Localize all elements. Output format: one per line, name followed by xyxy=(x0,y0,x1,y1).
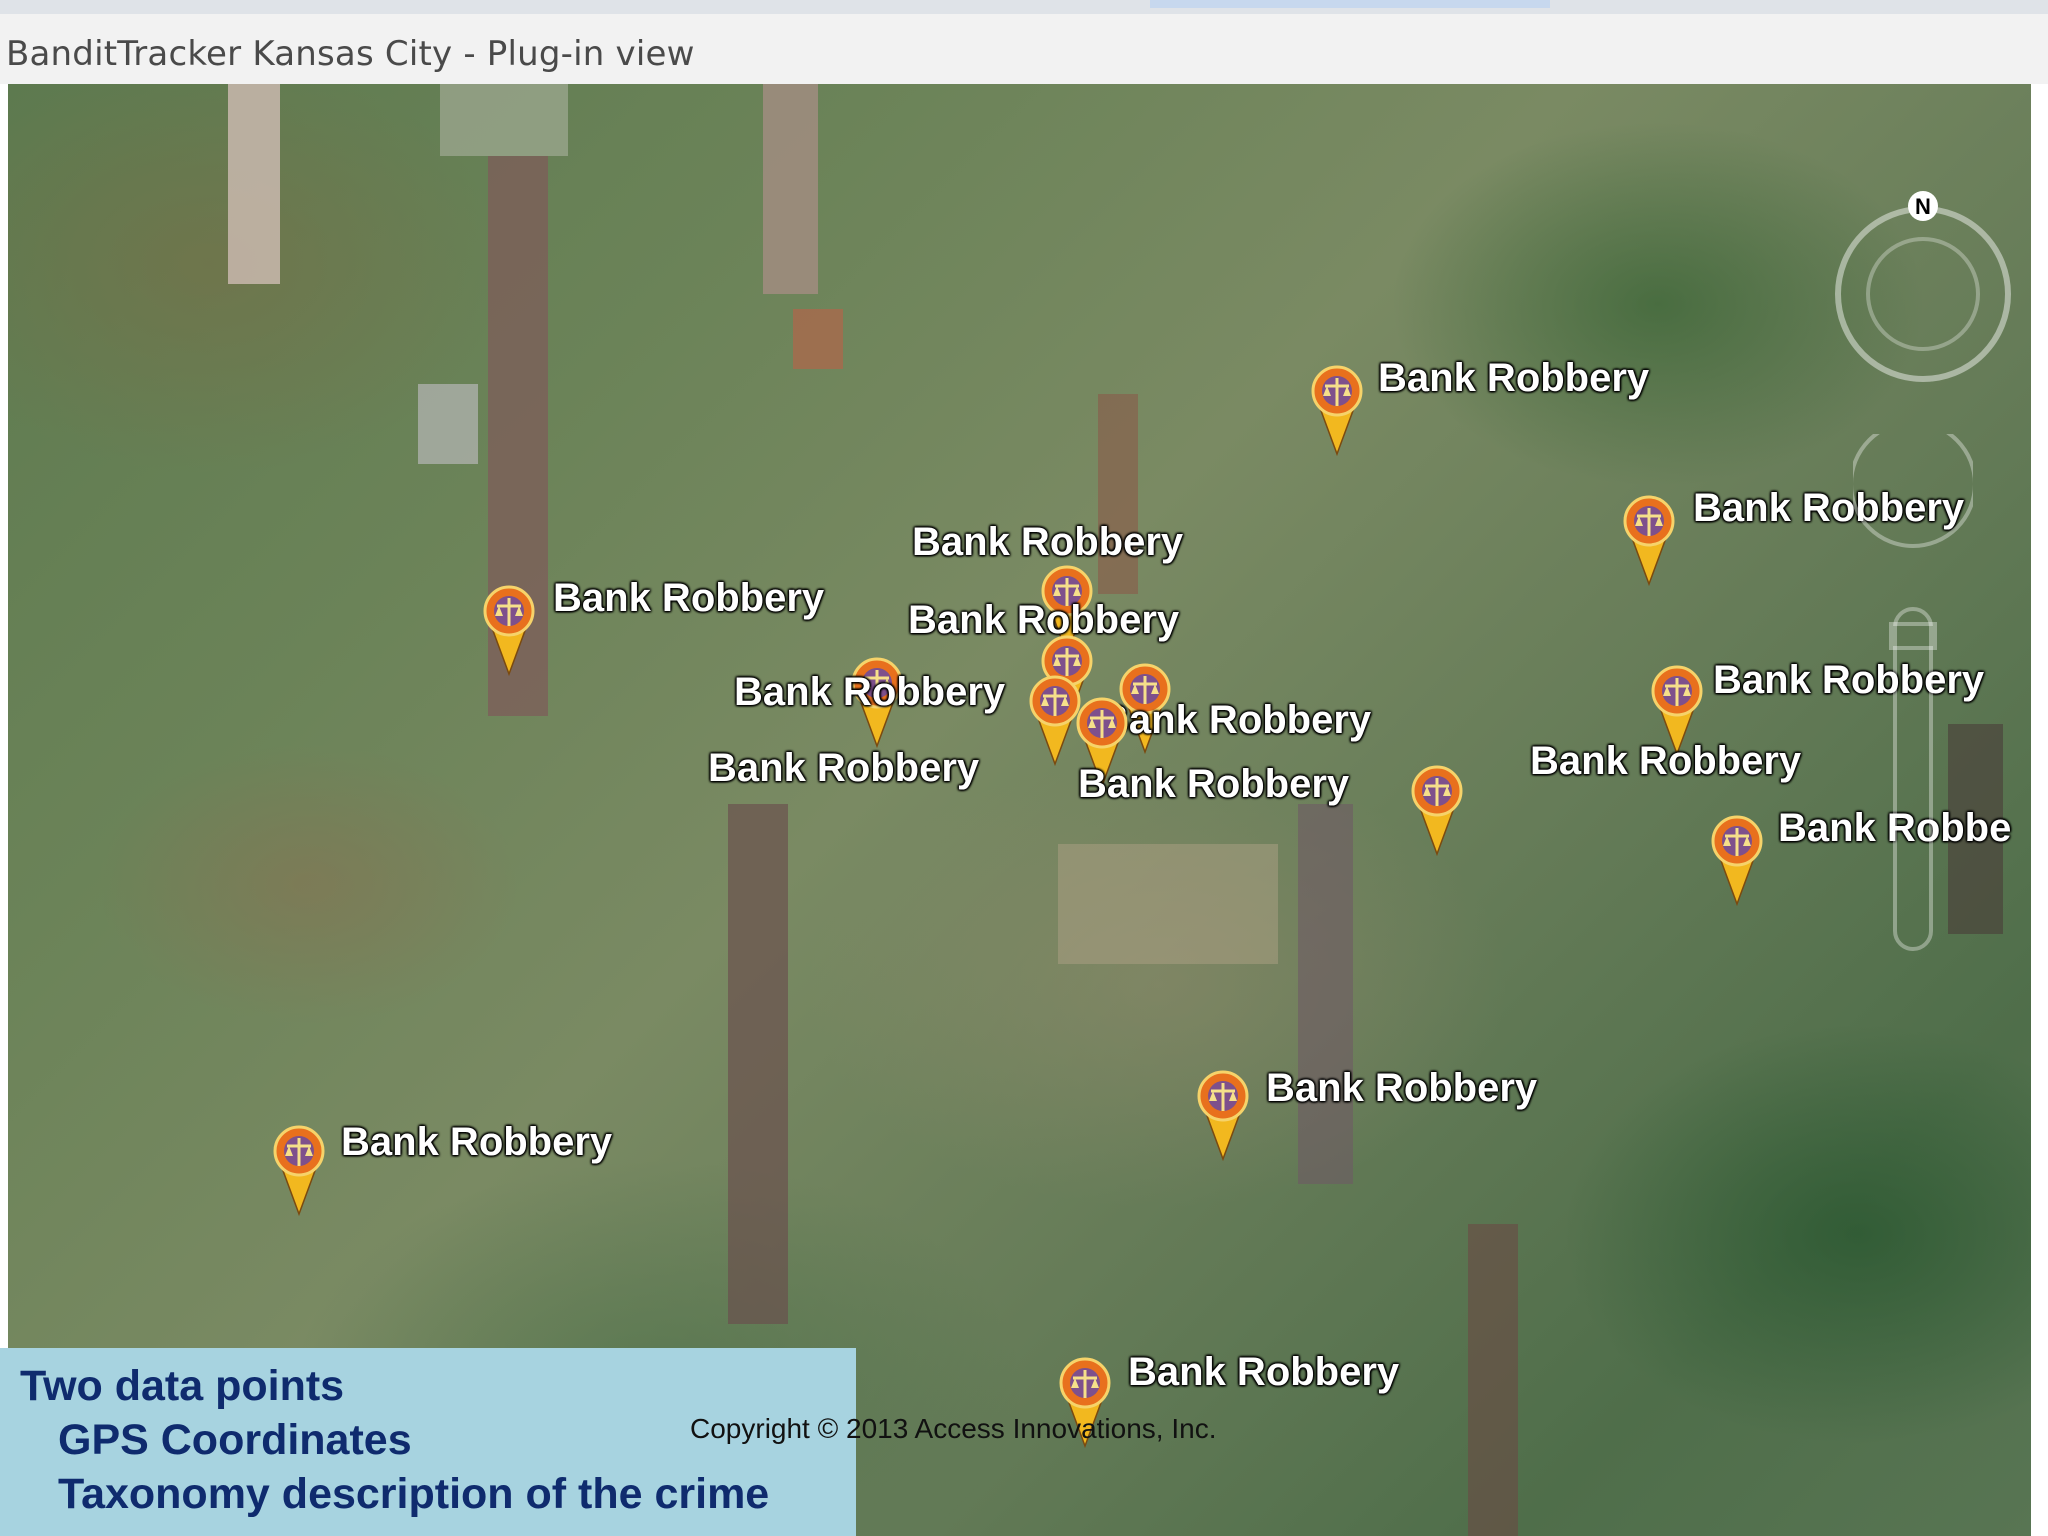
marker-label[interactable]: Bank Robbery xyxy=(1128,1350,1399,1395)
satellite-map[interactable]: Bank Robbery Bank Robbery Bank Robbery Bank… xyxy=(8,84,2031,1536)
bank-robbery-pin-icon[interactable] xyxy=(1408,764,1466,857)
imagery-strip xyxy=(763,84,818,294)
window-title: BanditTracker Kansas City - Plug-in view xyxy=(6,34,695,74)
marker-label[interactable]: Bank Robbery xyxy=(1378,356,1649,401)
imagery-strip xyxy=(228,84,280,284)
bank-robbery-pin-icon[interactable] xyxy=(1620,494,1678,587)
caption-line-1: Two data points xyxy=(20,1362,345,1410)
compass-north-label: N xyxy=(1915,194,1931,219)
active-tab-edge xyxy=(1150,0,1550,8)
imagery-strip xyxy=(418,384,478,464)
marker-label[interactable]: Bank Robbery xyxy=(708,746,979,791)
marker-label[interactable]: Bank Robbery xyxy=(908,598,1179,643)
imagery-strip xyxy=(1468,1224,1518,1536)
top-window-edge xyxy=(0,0,2048,15)
marker-label[interactable]: Bank Robbery xyxy=(553,576,824,621)
imagery-strip xyxy=(1058,844,1278,964)
bank-robbery-pin-icon[interactable] xyxy=(480,584,538,677)
caption-line-2: GPS Coordinates xyxy=(58,1416,412,1464)
copyright-notice: Copyright © 2013 Access Innovations, Inc… xyxy=(690,1413,1217,1444)
imagery-strip xyxy=(1298,804,1353,1184)
bank-robbery-pin-icon[interactable] xyxy=(1308,364,1366,457)
marker-label[interactable]: Bank Robbery xyxy=(1100,698,1371,743)
marker-label[interactable]: Bank Robbery xyxy=(1078,762,1349,807)
marker-label[interactable]: Bank Robbery xyxy=(734,670,1005,715)
marker-label[interactable]: Bank Robbery xyxy=(1530,739,1801,784)
marker-label[interactable]: Bank Robbery xyxy=(341,1120,612,1165)
marker-label[interactable]: Bank Robbery xyxy=(1266,1066,1537,1111)
zoom-slider[interactable] xyxy=(1853,434,1973,994)
imagery-strip xyxy=(793,309,843,369)
bank-robbery-pin-icon[interactable] xyxy=(1194,1069,1252,1162)
marker-label[interactable]: Bank Robbery xyxy=(912,520,1183,565)
compass-icon[interactable]: N xyxy=(1823,189,2023,389)
title-bar: BanditTracker Kansas City - Plug-in view xyxy=(0,14,2048,84)
caption-line-3: Taxonomy description of the crime xyxy=(58,1470,770,1518)
imagery-strip xyxy=(728,804,788,1324)
bank-robbery-pin-icon[interactable] xyxy=(270,1124,328,1217)
imagery-strip xyxy=(440,84,568,156)
bank-robbery-pin-icon[interactable] xyxy=(1708,814,1766,907)
